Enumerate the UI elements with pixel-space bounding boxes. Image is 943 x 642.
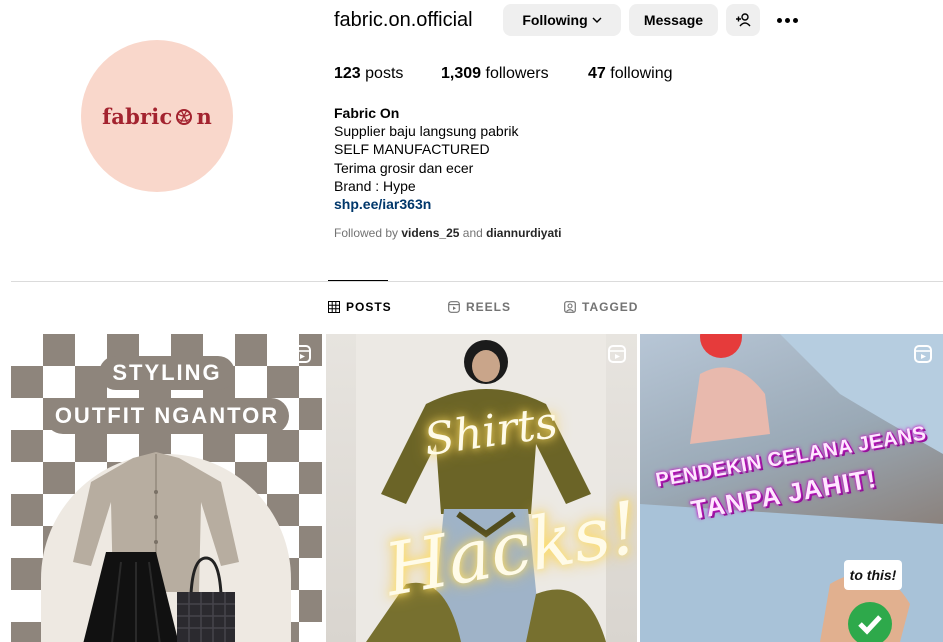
check-mark-icon: [848, 602, 892, 642]
following-count-value: 47: [588, 65, 606, 82]
reel-badge-icon: [608, 345, 626, 363]
followers-count-label: followers: [485, 65, 549, 82]
followed-by-user-1: videns_25: [401, 226, 460, 240]
post-tile[interactable]: Shirts Hacks!!: [326, 334, 637, 642]
section-divider: [11, 281, 943, 282]
tab-tagged-label: TAGGED: [582, 300, 639, 314]
active-tab-indicator: [328, 280, 388, 281]
tab-reels-label: REELS: [466, 300, 512, 314]
followed-by-conjunction: and: [462, 226, 483, 240]
suggested-users-button[interactable]: [726, 4, 760, 36]
post-title-line-1: STYLING: [99, 356, 235, 390]
posts-count-value: 123: [334, 65, 361, 82]
profile-display-name: Fabric On: [334, 105, 400, 121]
post-title-line-2: OUTFIT NGANTOR: [45, 398, 289, 434]
tab-posts[interactable]: POSTS: [328, 300, 392, 314]
posts-count-label: posts: [365, 65, 404, 82]
logo-text-n: n: [196, 103, 212, 129]
followed-by-user-2: diannurdiyati: [486, 226, 562, 240]
bio-line: SELF MANUFACTURED: [334, 141, 490, 158]
brand-logo: fabric n: [102, 104, 212, 129]
followers-count[interactable]: 1,309 followers: [441, 65, 549, 83]
reel-badge-icon: [914, 345, 932, 363]
tab-posts-label: POSTS: [346, 300, 392, 314]
bio-line: Supplier baju langsung pabrik: [334, 123, 519, 140]
post-tile[interactable]: PENDEKIN CELANA JEANS TANPA JAHIT! to th…: [640, 334, 943, 642]
tab-tagged[interactable]: TAGGED: [564, 300, 638, 314]
yarn-ball-icon: [176, 109, 193, 125]
bio-line: Terima grosir dan ecer: [334, 159, 474, 176]
posts-count: 123 posts: [334, 65, 403, 83]
logo-text-fabric: fabric: [102, 103, 173, 129]
reel-badge-icon: [293, 345, 311, 363]
grid-icon: [328, 301, 340, 313]
following-count[interactable]: 47 following: [588, 65, 673, 83]
message-button[interactable]: Message: [629, 4, 718, 36]
followers-count-value: 1,309: [441, 65, 482, 82]
profile-username: fabric.on.official: [334, 9, 473, 31]
profile-avatar[interactable]: fabric n: [81, 40, 233, 192]
add-person-icon: [736, 13, 751, 27]
post-tile[interactable]: STYLING OUTFIT NGANTOR: [11, 334, 322, 642]
handbag-image: [177, 556, 235, 642]
post-caption-sticker: to this!: [844, 560, 902, 590]
followed-by[interactable]: Followed by videns_25 and diannurdiyati: [334, 226, 561, 240]
following-button[interactable]: Following: [503, 4, 621, 36]
bio-line: Brand : Hype: [334, 177, 416, 194]
skirt-image: [83, 552, 179, 642]
following-button-label: Following: [522, 12, 588, 28]
bio-link[interactable]: shp.ee/iar363n: [334, 195, 518, 213]
tab-reels[interactable]: REELS: [448, 300, 511, 314]
chevron-down-icon: [592, 17, 602, 23]
followed-by-prefix: Followed by: [334, 226, 399, 240]
more-options-icon[interactable]: [777, 10, 801, 30]
reels-icon: [448, 301, 460, 313]
following-count-label: following: [610, 65, 673, 82]
message-button-label: Message: [643, 12, 704, 28]
profile-bio: Fabric On Supplier baju langsung pabrik …: [334, 104, 518, 213]
tagged-icon: [564, 301, 576, 313]
